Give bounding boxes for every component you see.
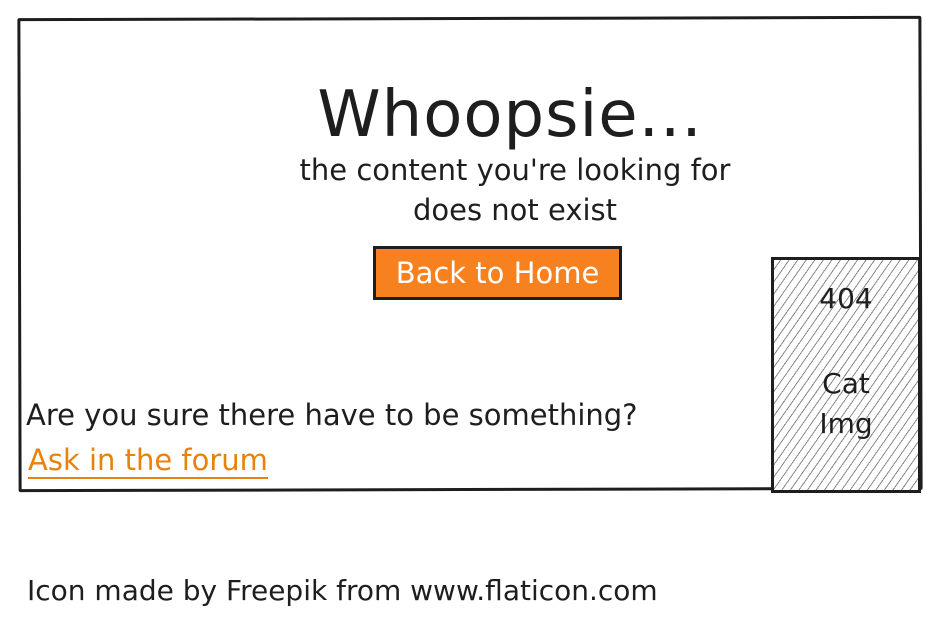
- page-title: Whoopsie...: [317, 78, 703, 152]
- cat-image-label-line-2: Img: [819, 407, 873, 440]
- page-subtitle: the content you're looking for does not …: [250, 150, 780, 230]
- cat-image-placeholder: 404 Cat Img: [771, 257, 921, 493]
- ask-in-forum-link[interactable]: Ask in the forum: [28, 443, 268, 479]
- cat-image-label-line-1: Cat: [822, 367, 870, 400]
- subtitle-line-2: does not exist: [412, 193, 618, 227]
- subtitle-line-1: the content you're looking for: [299, 153, 731, 187]
- icon-credit: Icon made by Freepik from www.flaticon.c…: [27, 574, 658, 607]
- cat-image-label: Cat Img: [774, 364, 918, 444]
- forum-question: Are you sure there have to be something?: [26, 398, 638, 432]
- cat-image-code: 404: [819, 282, 873, 315]
- back-to-home-button[interactable]: Back to Home: [373, 246, 622, 300]
